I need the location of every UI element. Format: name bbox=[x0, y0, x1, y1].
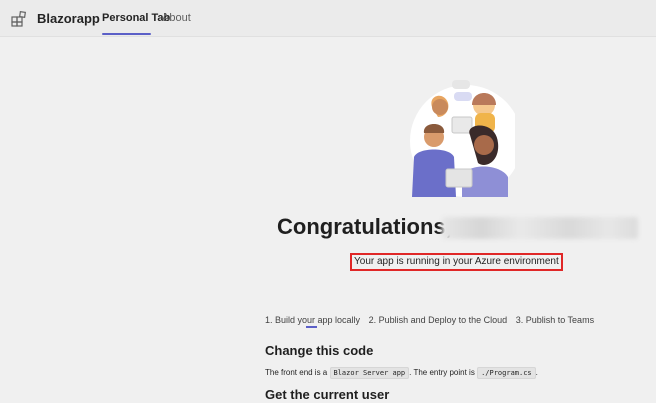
change-code-text-3: . bbox=[535, 368, 538, 377]
active-tab-indicator bbox=[102, 33, 151, 35]
status-message: Your app is running in your Azure enviro… bbox=[350, 253, 563, 271]
redacted-user-name bbox=[442, 217, 638, 239]
code-blazor-server-app: Blazor Server app bbox=[329, 367, 410, 379]
section-title-current-user: Get the current user bbox=[265, 387, 390, 402]
tab-about[interactable]: About bbox=[162, 12, 191, 24]
change-code-text-1: The front end is a bbox=[265, 368, 328, 377]
hero-illustration bbox=[410, 80, 515, 197]
section-title-change-code: Change this code bbox=[265, 343, 374, 358]
step-publish-deploy[interactable]: 2. Publish and Deploy to the Cloud bbox=[369, 315, 508, 325]
app-grid-icon[interactable] bbox=[11, 11, 27, 27]
congratulations-heading: Congratulations, bbox=[277, 214, 452, 239]
code-program-cs: ./Program.cs bbox=[477, 367, 536, 379]
steps-nav: 1. Build your app locally 2. Publish and… bbox=[265, 315, 600, 325]
top-bar: Blazorapp Personal Tab About bbox=[0, 0, 656, 37]
change-code-text-2: . The entry point is bbox=[409, 368, 475, 377]
step-publish-teams[interactable]: 3. Publish to Teams bbox=[516, 315, 594, 325]
step-build-locally[interactable]: 1. Build your app locally bbox=[265, 315, 360, 325]
active-step-indicator bbox=[306, 326, 317, 328]
tab-personal[interactable]: Personal Tab bbox=[102, 12, 170, 24]
change-code-description: The front end is a Blazor Server app. Th… bbox=[265, 367, 538, 379]
app-name: Blazorapp bbox=[37, 11, 100, 26]
